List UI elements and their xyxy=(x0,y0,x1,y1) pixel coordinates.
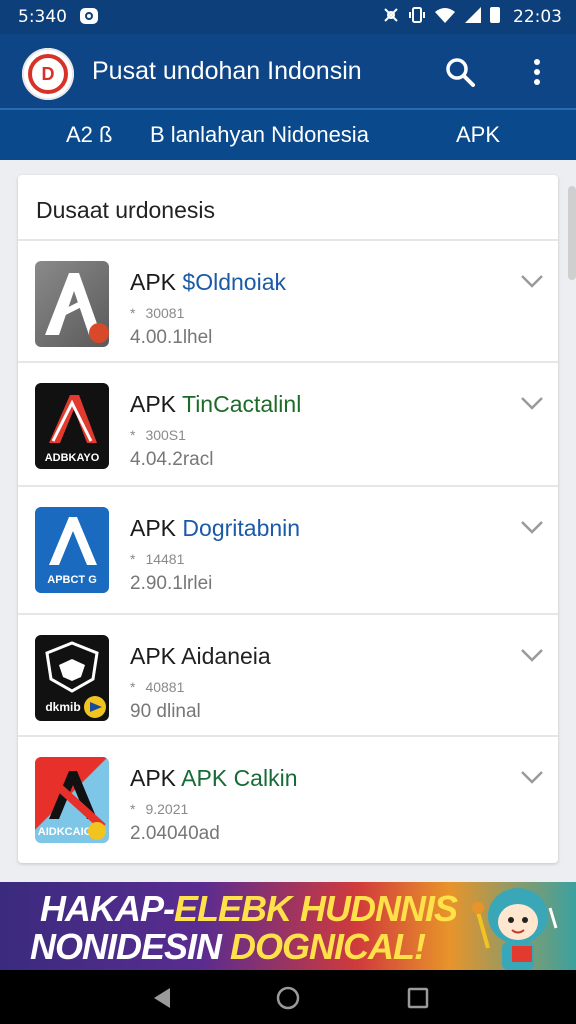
tab-apk[interactable]: APK xyxy=(456,122,500,148)
app-name: APK Dogritabnin xyxy=(130,515,301,541)
list-item[interactable]: AIDKCAIO APK APK Calkin * 9.2021 2.04040a… xyxy=(18,737,558,857)
app-icon: AIDKCAIO xyxy=(35,757,109,843)
icon-label: APBCT G xyxy=(47,574,97,586)
chevron-down-icon[interactable] xyxy=(520,395,544,411)
app-rating: * 300S1 xyxy=(130,427,186,443)
vibrate-icon xyxy=(409,7,425,23)
card-title: Dusaat urdonesis xyxy=(36,197,215,223)
notification-icon xyxy=(80,8,98,24)
chevron-down-icon[interactable] xyxy=(520,647,544,663)
recent-apps-icon[interactable] xyxy=(406,986,430,1010)
chevron-down-icon[interactable] xyxy=(520,519,544,535)
nfc-icon xyxy=(384,8,398,22)
app-size: 4.04.2racl xyxy=(130,449,214,470)
list-item[interactable]: APK $Oldnoiak * 30081 4.00.1lhel xyxy=(18,241,558,361)
letter-a-icon xyxy=(45,273,109,343)
icon-label: ADBKAYO xyxy=(45,452,100,464)
app-name: APK Aidaneia xyxy=(130,643,271,669)
app-size: 2.04040ad xyxy=(130,823,220,844)
app-logo-letter: D xyxy=(28,54,68,94)
app-name: APK TinCactalinl xyxy=(130,391,302,417)
app-name: APK $Oldnoiak xyxy=(130,269,286,295)
system-nav-bar xyxy=(0,970,576,1024)
promo-banner[interactable]: HAKAP-ELEBK HUDNNIS NONIDESIN DOGNICAL! xyxy=(0,882,576,970)
banner-headline: HAKAP-ELEBK HUDNNIS xyxy=(40,888,458,929)
chevron-down-icon[interactable] xyxy=(520,273,544,289)
list-item[interactable]: ADBKAYO APK TinCactalinl * 300S1 4.04.2ra… xyxy=(18,363,558,483)
chevron-down-icon[interactable] xyxy=(520,769,544,785)
search-icon[interactable] xyxy=(444,56,476,88)
scrollbar[interactable] xyxy=(568,186,576,280)
app-size: 2.90.1lrlei xyxy=(130,573,213,594)
status-time: 5:340 xyxy=(18,7,67,27)
app-rating: * 9.2021 xyxy=(130,801,189,817)
app-size: 90 dlinal xyxy=(130,701,201,722)
list-item[interactable]: dkmib APK Aidaneia * 40881 90 dlinal xyxy=(18,615,558,735)
more-vert-icon[interactable] xyxy=(526,56,548,88)
status-icons xyxy=(382,6,500,24)
app-logo[interactable]: D xyxy=(22,48,74,100)
tab-a2[interactable]: A2 ß xyxy=(66,122,112,148)
app-rating: * 40881 xyxy=(130,679,185,695)
letter-a-icon: APBCT G xyxy=(47,517,97,586)
app-bar: D Pusat undohan Indonsin xyxy=(0,34,576,108)
tab-bar: A2 ß B lanlahyan Nidonesia APK xyxy=(0,108,576,160)
app-rating: * 30081 xyxy=(130,305,185,321)
banner-subheadline: NONIDESIN DOGNICAL! xyxy=(30,926,426,967)
app-icon: ADBKAYO xyxy=(35,383,109,469)
app-name: APK APK Calkin xyxy=(130,765,298,791)
app-icon: dkmib xyxy=(35,635,109,721)
letter-a-icon: AIDKCAIO xyxy=(38,768,106,840)
battery-icon xyxy=(490,7,500,23)
status-bar: 5:340 22:03 xyxy=(0,0,576,34)
icon-label: dkmib xyxy=(45,700,80,714)
app-rating: * 14481 xyxy=(130,551,185,567)
app-icon xyxy=(35,261,109,347)
status-clock: 22:03 xyxy=(513,7,562,27)
list-item[interactable]: APBCT G APK Dogritabnin * 14481 2.90.1lrl… xyxy=(18,487,558,607)
tab-indonesia[interactable]: B lanlahyan Nidonesia xyxy=(150,122,369,148)
app-title: Pusat undohan Indonsin xyxy=(92,57,362,85)
letter-a-icon: ADBKAYO xyxy=(45,395,100,464)
home-icon[interactable] xyxy=(276,986,300,1010)
app-size: 4.00.1lhel xyxy=(130,327,213,348)
signal-icon xyxy=(465,7,481,23)
icon-label: AIDKCAIO xyxy=(38,826,93,838)
app-list-card: Dusaat urdonesis APK $Oldnoiak * 30081 4.… xyxy=(18,175,558,863)
back-icon[interactable] xyxy=(150,986,174,1010)
app-icon: APBCT G xyxy=(35,507,109,593)
shield-icon: dkmib xyxy=(45,641,106,718)
wifi-icon xyxy=(435,8,455,23)
mascot-icon xyxy=(472,888,558,970)
